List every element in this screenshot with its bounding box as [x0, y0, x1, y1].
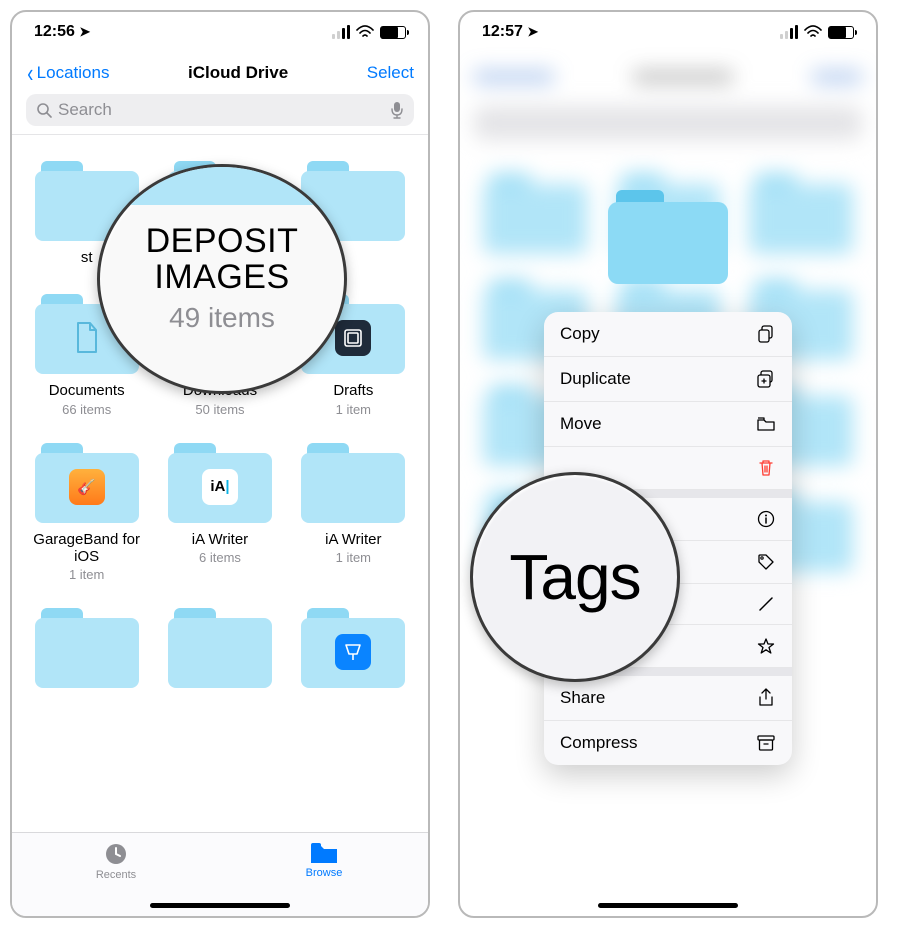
tag-icon	[756, 553, 776, 571]
home-indicator[interactable]	[598, 903, 738, 908]
search-input[interactable]: Search	[26, 94, 414, 126]
status-time: 12:57 ➤	[482, 23, 538, 41]
menu-move[interactable]: Move	[544, 402, 792, 447]
menu-duplicate[interactable]: Duplicate	[544, 357, 792, 402]
callout-deposit-images: DEPOSIT IMAGES 49 items	[97, 164, 347, 394]
folder-icon	[756, 416, 776, 432]
clock-icon	[103, 841, 129, 867]
chevron-left-icon: ‹	[27, 58, 33, 89]
phone-left: 12:56 ➤ ‹ Locations iCloud Drive Select	[10, 10, 430, 918]
wifi-icon	[804, 25, 822, 39]
folder-icon	[309, 841, 339, 865]
search-icon	[36, 102, 52, 118]
menu-copy[interactable]: Copy	[544, 312, 792, 357]
folder-item[interactable]	[20, 600, 153, 706]
nav-bar: ‹ Locations iCloud Drive Select	[12, 52, 428, 94]
menu-compress[interactable]: Compress	[544, 721, 792, 765]
folder-iawriter-2[interactable]: iA Writer 1 item	[287, 435, 420, 601]
iawriter-app-icon: iA|	[202, 469, 238, 505]
status-time: 12:56 ➤	[34, 23, 90, 41]
page-title: iCloud Drive	[188, 63, 288, 83]
status-bar: 12:56 ➤	[12, 12, 428, 52]
share-icon	[756, 688, 776, 708]
battery-icon	[380, 26, 406, 39]
status-bar: 12:57 ➤	[460, 12, 876, 52]
menu-share[interactable]: Share	[544, 676, 792, 721]
document-icon	[69, 320, 105, 356]
trash-icon	[756, 459, 776, 477]
select-button[interactable]: Select	[367, 63, 414, 83]
focused-folder[interactable]	[608, 190, 728, 284]
folder-item[interactable]	[153, 600, 286, 706]
pencil-icon	[756, 596, 776, 612]
folder-garageband[interactable]: 🎸 GarageBand for iOS 1 item	[20, 435, 153, 601]
back-button[interactable]: ‹ Locations	[26, 58, 109, 89]
folder-keynote[interactable]	[287, 600, 420, 706]
copy-icon	[756, 325, 776, 343]
location-arrow-icon: ➤	[79, 24, 90, 39]
cellular-icon	[780, 25, 798, 39]
battery-icon	[828, 26, 854, 39]
home-indicator[interactable]	[150, 903, 290, 908]
cellular-icon	[332, 25, 350, 39]
duplicate-icon	[756, 370, 776, 388]
phone-right: 12:57 ➤ Copy Duplic	[458, 10, 878, 918]
search-placeholder: Search	[58, 100, 112, 120]
location-arrow-icon: ➤	[527, 24, 538, 39]
keynote-app-icon	[335, 634, 371, 670]
info-icon	[756, 510, 776, 528]
garageband-app-icon: 🎸	[69, 469, 105, 505]
mic-icon[interactable]	[390, 101, 404, 119]
star-icon	[756, 637, 776, 655]
drafts-app-icon	[335, 320, 371, 356]
callout-tags: Tags	[470, 472, 680, 682]
folder-iawriter[interactable]: iA| iA Writer 6 items	[153, 435, 286, 601]
wifi-icon	[356, 25, 374, 39]
archive-icon	[756, 735, 776, 751]
